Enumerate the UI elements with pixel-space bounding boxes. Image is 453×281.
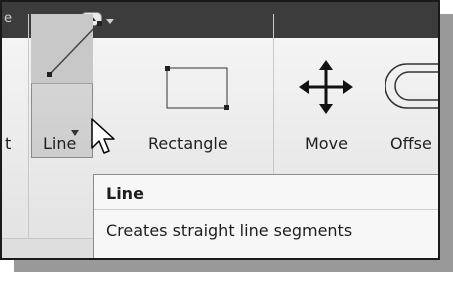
line-dropdown-icon[interactable]	[71, 130, 79, 136]
tooltip: Line Creates straight line segments	[93, 174, 438, 258]
cursor-icon	[91, 118, 115, 154]
move-button-label[interactable]: Move	[305, 134, 348, 153]
move-icon[interactable]	[299, 60, 353, 114]
line-button-label[interactable]: Line	[43, 134, 76, 153]
line-icon	[47, 21, 102, 77]
tooltip-divider	[94, 209, 438, 210]
partial-button-label[interactable]: t	[5, 134, 11, 153]
tooltip-title: Line	[106, 184, 144, 203]
panel-separator	[273, 14, 274, 174]
rectangle-icon[interactable]	[162, 64, 232, 112]
rectangle-button-label[interactable]: Rectangle	[148, 134, 228, 153]
tooltip-description: Creates straight line segments	[106, 221, 353, 240]
panel-separator	[28, 14, 29, 238]
offset-button-label[interactable]: Offse	[390, 134, 432, 153]
title-fragment: e	[4, 11, 12, 26]
application-window: e t Line Rectangle Move Offse Line Creat…	[0, 0, 440, 260]
offset-icon[interactable]	[385, 62, 440, 114]
